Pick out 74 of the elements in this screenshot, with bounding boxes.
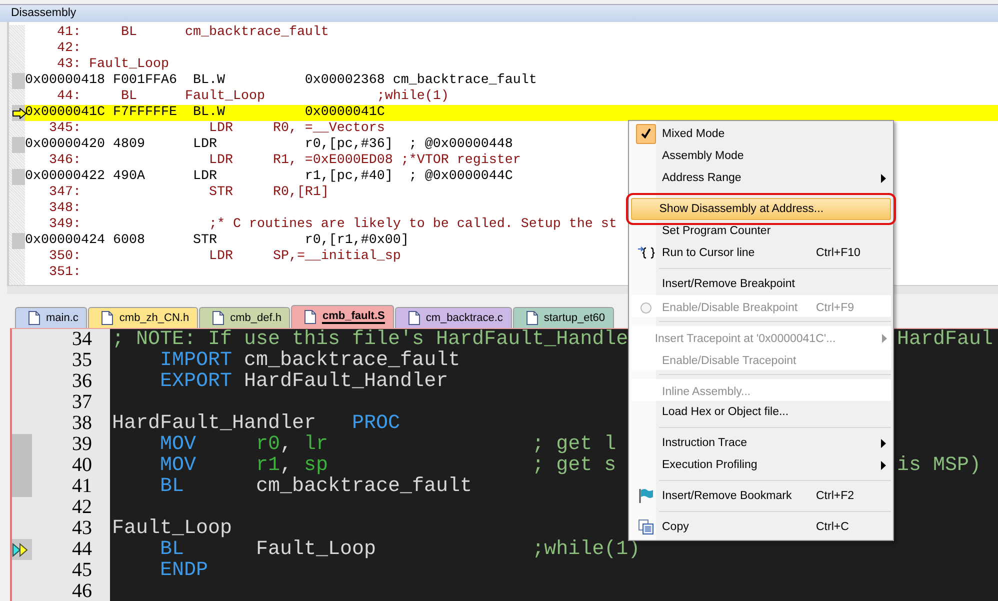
menu-item[interactable]: Instruction Trace: [631, 432, 891, 454]
disassembly-line: 41: BL cm_backtrace_fault: [56, 25, 329, 41]
code-text: HardFaul: [897, 329, 994, 350]
disassembly-line: 0x00000422 490A LDR r1,[pc,#40] ; @0x0000044C: [25, 169, 513, 185]
document-icon: [304, 310, 316, 324]
code-text: ; NOTE: If use this file's HardFault_Handle: [112, 329, 628, 350]
disassembly-line: 43: Fault_Loop: [56, 57, 169, 73]
line-number: 43: [71, 518, 92, 539]
document-icon: [408, 311, 420, 325]
gutter-marker: [12, 73, 25, 89]
code-text: MOV r0, lr ; get l: [159, 434, 616, 455]
disassembly-line: 44: BL Fault_Loop ;while(1): [56, 89, 449, 105]
line-number: 35: [71, 350, 92, 371]
disassembly-line: 349: ;* C routines are likely to be called. Setup the st: [48, 217, 617, 233]
menu-item[interactable]: Insert/Remove Bookmark Ctrl+F2: [631, 485, 891, 507]
pane-title: Disassembly: [0, 4, 998, 22]
menu-item[interactable]: Load Hex or Object file...: [631, 401, 891, 423]
menu-item[interactable]: Run to Cursor line Ctrl+F10: [631, 242, 891, 264]
code-text: IMPORT cm_backtrace_fault: [159, 350, 460, 371]
file-tab[interactable]: startup_et60: [512, 307, 614, 328]
menu-item[interactable]: Insert/Remove Breakpoint: [631, 273, 891, 295]
menu-item[interactable]: Mixed Mode: [631, 123, 891, 145]
gutter-marker: [12, 169, 25, 185]
menu-item[interactable]: Copy Ctrl+C: [631, 516, 891, 538]
menu-item[interactable]: Address Range: [631, 167, 891, 189]
disassembly-line: 0x00000420 4809 LDR r0,[pc,#36] ; @0x00000448: [25, 137, 513, 153]
disassembly-line: 351:: [48, 265, 81, 281]
file-tab[interactable]: cmb_zh_CN.h: [88, 307, 198, 328]
line-number: 41: [71, 476, 92, 497]
disassembly-line: 346: LDR R1, =0xE000ED08 ;*VTOR register: [48, 153, 521, 169]
disassembly-line: 350: LDR SP,=__initial_sp: [48, 249, 401, 265]
code-text: is MSP): [897, 455, 982, 476]
line-number: 37: [71, 392, 92, 413]
line-number: 38: [71, 413, 92, 434]
code-text: Fault_Loop: [112, 518, 232, 539]
gutter-marker: [12, 233, 25, 249]
code-text: MOV r1, sp ; get s: [159, 455, 616, 476]
flag-icon: [638, 488, 654, 504]
document-icon: [101, 311, 114, 325]
code-text: ENDP: [159, 560, 208, 581]
menu-item[interactable]: Set Program Counter: [631, 220, 891, 242]
line-number: 40: [71, 455, 92, 476]
line-number: 46: [71, 581, 92, 601]
code-text: BL Fault_Loop ;while(1): [159, 539, 640, 560]
disassembly-line: 0x00000418 F001FFA6 BL.W 0x00002368 cm_backtrace_fault: [25, 73, 537, 89]
disassembly-line: 0x00000424 6008 STR r0,[r1,#0x00]: [25, 233, 409, 249]
code-text: HardFault_Handler PROC: [112, 413, 400, 434]
line-number: 42: [71, 497, 92, 518]
copy-icon: [638, 519, 654, 535]
disassembly-line: 347: STR R0,[R1]: [48, 185, 329, 201]
code-text: BL cm_backtrace_fault: [159, 476, 472, 497]
code-text: EXPORT HardFault_Handler: [159, 371, 448, 392]
document-icon: [526, 311, 538, 325]
menu-item[interactable]: Assembly Mode: [631, 145, 891, 167]
line-number: 36: [71, 371, 92, 392]
double-arrow-icon: [12, 542, 30, 556]
disassembly-line: 348:: [48, 201, 81, 217]
line-number: 34: [71, 329, 92, 350]
document-icon: [212, 311, 224, 325]
disassembly-line: 0x0000041C F7FFFFFE BL.W 0x0000041C: [25, 105, 385, 121]
line-number: 39: [71, 434, 92, 455]
disassembly-line: 42:: [56, 41, 81, 57]
line-number: 45: [71, 560, 92, 581]
line-number: 44: [71, 539, 92, 560]
document-icon: [28, 311, 40, 325]
run-to-cursor-icon: [636, 246, 654, 260]
file-tab[interactable]: cm_backtrace.c: [394, 307, 512, 328]
menu-item[interactable]: Execution Profiling: [631, 454, 891, 476]
radio-icon: [640, 302, 652, 314]
file-tab[interactable]: cmb_fault.S: [291, 305, 394, 328]
file-tab[interactable]: main.c: [15, 307, 88, 328]
disassembly-line: 345: LDR R0, =__Vectors: [48, 121, 385, 137]
file-tab[interactable]: cmb_def.h: [199, 307, 290, 328]
gutter-marker: [12, 137, 25, 153]
